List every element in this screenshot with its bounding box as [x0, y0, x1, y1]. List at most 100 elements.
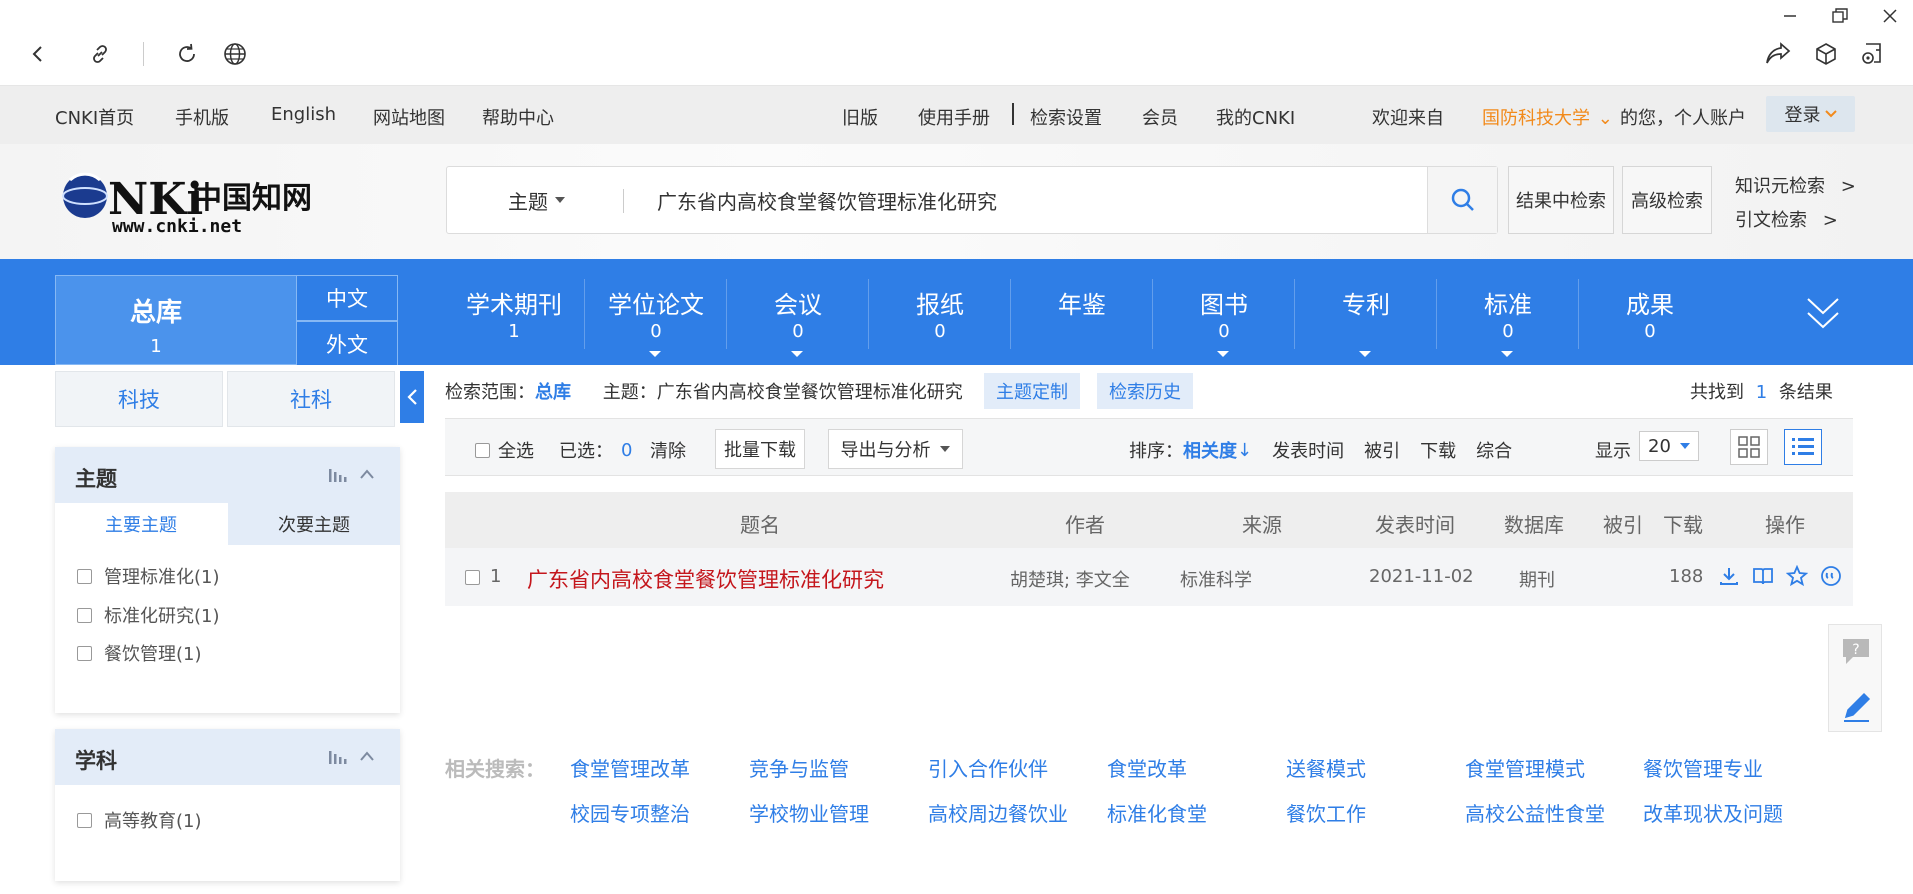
topic-item[interactable]: 管理标准化(1) — [77, 563, 220, 589]
extension-box-icon[interactable] — [1810, 38, 1842, 70]
select-all-control[interactable]: 全选 — [475, 437, 534, 463]
db-tab-thesis[interactable]: 学位论文 0 — [585, 259, 727, 365]
minimize-icon[interactable] — [1774, 0, 1806, 32]
db-tab-conference[interactable]: 会议 0 — [727, 259, 869, 365]
subject-item[interactable]: 高等教育(1) — [77, 807, 202, 833]
page-size-select[interactable]: 20 — [1639, 431, 1699, 461]
citation-search-link[interactable]: 引文检索 > — [1735, 206, 1838, 232]
related-search-link[interactable]: 高校公益性食堂 — [1465, 798, 1605, 827]
related-search-link[interactable]: 竞争与监管 — [749, 753, 849, 782]
lang-foreign-tab[interactable]: 外文 — [296, 321, 398, 365]
custom-topic-button[interactable]: 主题定制 — [984, 373, 1080, 409]
db-tab-yearbook[interactable]: 年鉴 — [1011, 259, 1153, 365]
batch-download-button[interactable]: 批量下载 — [715, 429, 805, 469]
nav-old-version[interactable]: 旧版 — [842, 104, 878, 130]
chevron-up-icon[interactable] — [359, 750, 375, 762]
social-science-toggle-button[interactable]: 社科 — [227, 371, 395, 427]
related-search-link[interactable]: 校园专项整治 — [570, 798, 690, 827]
science-toggle-button[interactable]: 科技 — [55, 371, 223, 427]
account-menu-icon[interactable] — [1856, 38, 1888, 70]
bar-chart-icon[interactable] — [328, 468, 348, 482]
nav-mobile[interactable]: 手机版 — [175, 104, 229, 130]
db-tab-book[interactable]: 图书 0 — [1153, 259, 1295, 365]
db-tab-newspaper[interactable]: 报纸 0 — [869, 259, 1011, 365]
login-button[interactable]: 登录 — [1766, 96, 1855, 132]
search-input[interactable] — [657, 167, 1357, 233]
reload-icon[interactable] — [171, 38, 203, 70]
tab-secondary-topic[interactable]: 次要主题 — [228, 503, 400, 545]
scope-value[interactable]: 总库 — [535, 382, 571, 403]
collapse-sidebar-button[interactable] — [400, 371, 424, 423]
related-search-link[interactable]: 餐饮工作 — [1286, 798, 1366, 827]
restore-icon[interactable] — [1824, 0, 1856, 32]
sort-downloads[interactable]: 下载 — [1420, 437, 1456, 463]
lang-chinese-tab[interactable]: 中文 — [296, 275, 398, 321]
db-tab-achievement[interactable]: 成果 0 — [1579, 259, 1721, 365]
edit-pencil-icon[interactable] — [1839, 687, 1873, 725]
related-search-link[interactable]: 餐饮管理专业 — [1643, 753, 1763, 782]
search-button[interactable] — [1427, 167, 1497, 233]
nav-english[interactable]: English — [271, 104, 336, 125]
favorite-icon[interactable] — [1785, 564, 1809, 588]
close-window-icon[interactable] — [1874, 0, 1906, 32]
cnki-logo[interactable]: NKi 中国知网 www.cnki.net — [60, 166, 330, 236]
nav-manual[interactable]: 使用手册 — [918, 104, 990, 130]
bar-chart-icon[interactable] — [328, 750, 348, 764]
nav-member[interactable]: 会员 — [1142, 104, 1178, 130]
nav-search-settings[interactable]: 检索设置 — [1030, 104, 1102, 130]
search-in-results-button[interactable]: 结果中检索 — [1508, 166, 1614, 234]
nav-my-cnki[interactable]: 我的CNKI — [1216, 104, 1295, 130]
feedback-icon[interactable]: ? — [1839, 635, 1873, 667]
db-tab-journal[interactable]: 学术期刊 1 — [443, 259, 585, 365]
export-analysis-button[interactable]: 导出与分析 — [828, 429, 963, 469]
nav-sitemap[interactable]: 网站地图 — [373, 104, 445, 130]
sort-relevance[interactable]: 相关度 — [1183, 437, 1237, 463]
sort-overall[interactable]: 综合 — [1476, 437, 1512, 463]
list-view-button[interactable] — [1784, 429, 1822, 465]
sort-cited[interactable]: 被引 — [1364, 437, 1400, 463]
expand-databases-icon[interactable] — [1805, 293, 1841, 333]
related-search-link[interactable]: 食堂管理改革 — [570, 753, 690, 782]
advanced-search-button[interactable]: 高级检索 — [1622, 166, 1712, 234]
checkbox[interactable] — [77, 568, 92, 584]
row-checkbox[interactable] — [465, 570, 480, 585]
nav-cnki-home[interactable]: CNKI首页 — [55, 104, 134, 130]
related-search-link[interactable]: 改革现状及问题 — [1643, 798, 1783, 827]
chevron-up-icon[interactable] — [359, 468, 375, 480]
related-search-link[interactable]: 送餐模式 — [1286, 753, 1366, 782]
checkbox[interactable] — [77, 812, 92, 828]
related-search-link[interactable]: 高校周边餐饮业 — [928, 798, 1068, 827]
topic-item[interactable]: 标准化研究(1) — [77, 602, 220, 628]
result-author[interactable]: 胡楚琪; 李文全 — [1010, 566, 1130, 592]
nav-help[interactable]: 帮助中心 — [482, 104, 554, 130]
select-all-checkbox[interactable] — [475, 442, 490, 458]
result-title-link[interactable]: 广东省内高校食堂餐饮管理标准化研究 — [527, 564, 884, 594]
clear-selection-button[interactable]: 清除 — [650, 437, 686, 463]
search-field-select[interactable]: 主题 — [447, 167, 627, 233]
db-tab-standard[interactable]: 标准 0 — [1437, 259, 1579, 365]
db-total-tab[interactable]: 总库 1 — [55, 275, 298, 365]
globe-icon[interactable] — [219, 38, 251, 70]
checkbox[interactable] — [77, 645, 92, 661]
institution-name[interactable]: 国防科技大学 ⌄ — [1482, 104, 1613, 130]
link-icon[interactable] — [84, 38, 116, 70]
grid-view-button[interactable] — [1730, 429, 1768, 465]
back-icon[interactable] — [22, 38, 54, 70]
download-icon[interactable] — [1717, 564, 1741, 588]
related-search-link[interactable]: 引入合作伙伴 — [928, 753, 1048, 782]
cite-icon[interactable] — [1819, 564, 1843, 588]
tab-main-topic[interactable]: 主要主题 — [55, 503, 227, 545]
checkbox[interactable] — [77, 607, 92, 623]
related-search-link[interactable]: 标准化食堂 — [1107, 798, 1207, 827]
share-icon[interactable] — [1762, 38, 1794, 70]
search-history-button[interactable]: 检索历史 — [1097, 373, 1193, 409]
sort-date[interactable]: 发表时间 — [1272, 437, 1344, 463]
related-search-link[interactable]: 食堂改革 — [1107, 753, 1187, 782]
related-search-link[interactable]: 食堂管理模式 — [1465, 753, 1585, 782]
related-search-link[interactable]: 学校物业管理 — [749, 798, 869, 827]
topic-item[interactable]: 餐饮管理(1) — [77, 640, 202, 666]
result-source[interactable]: 标准科学 — [1180, 566, 1252, 592]
db-tab-patent[interactable]: 专利 — [1295, 259, 1437, 365]
knowledge-search-link[interactable]: 知识元检索 > — [1735, 172, 1856, 198]
read-online-icon[interactable] — [1751, 564, 1775, 588]
